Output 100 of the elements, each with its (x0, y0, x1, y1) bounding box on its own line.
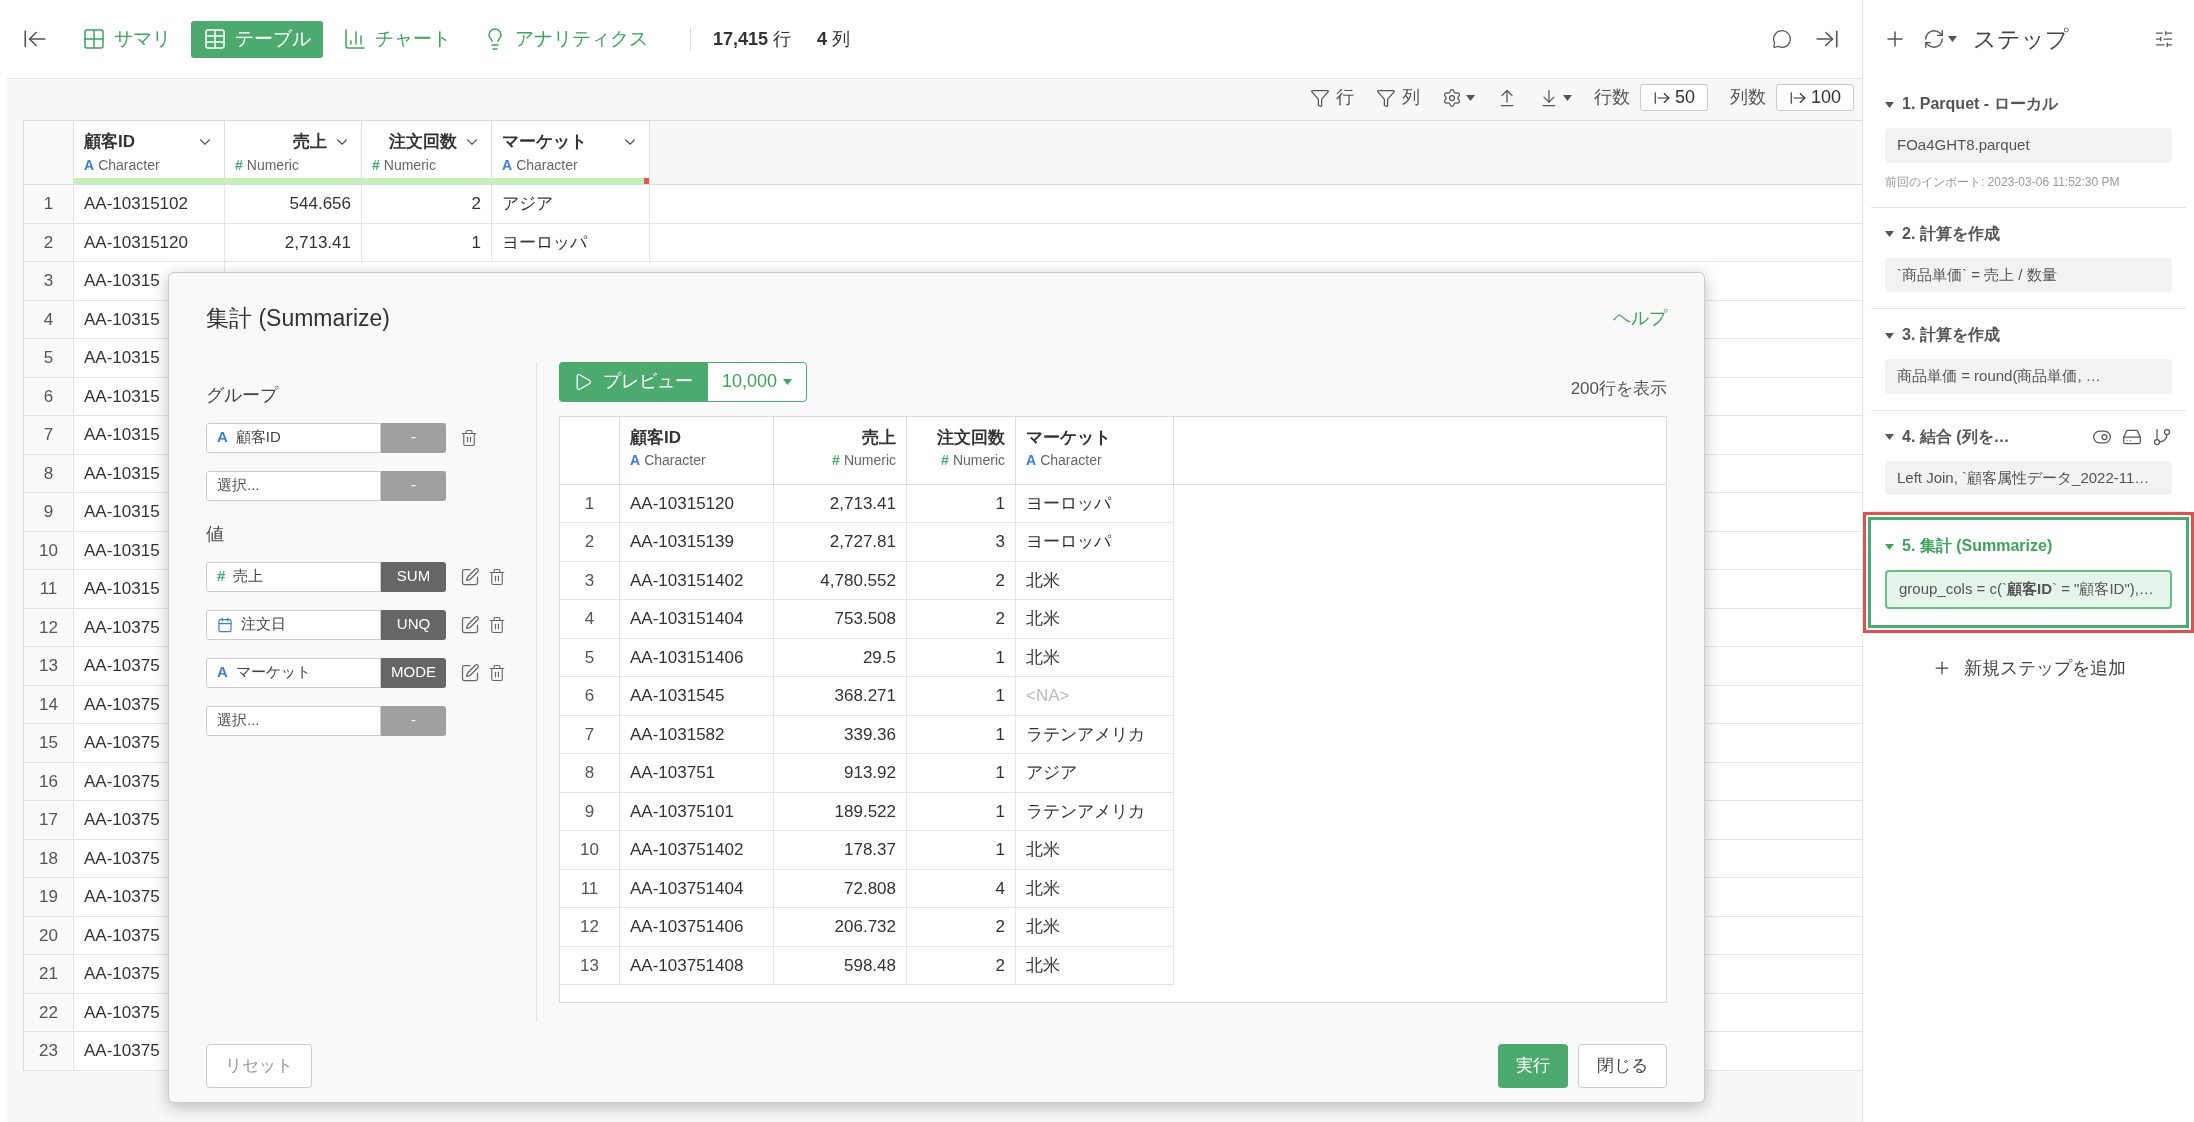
caret-down-icon[interactable] (1885, 432, 1894, 441)
trash-icon[interactable] (460, 428, 478, 447)
branch-icon[interactable] (2152, 426, 2172, 447)
column-type: Character (98, 155, 160, 175)
table-cell: AA-103751404 (620, 869, 774, 908)
table-cell: 北米 (1016, 946, 1174, 985)
column-type: Character (516, 155, 578, 175)
step-title[interactable]: 4. 結合 (列を… (1885, 424, 2010, 449)
row-number: 1 (24, 185, 74, 223)
table-cell: AA-10315139 (620, 523, 774, 562)
aggregate-button[interactable]: MODE (381, 657, 446, 688)
step-summary[interactable]: `商品単価` = 売上 / 数量 (1885, 257, 2172, 292)
table-cell: ヨーロッパ (1016, 523, 1174, 562)
table-cell: AA-103751402 (620, 831, 774, 870)
settings-icon (1441, 87, 1462, 108)
row-number: 8 (24, 454, 74, 492)
rows-input[interactable]: 50 (1639, 84, 1708, 111)
table-cell: 北米 (1016, 869, 1174, 908)
column-name: マーケット (1026, 426, 1112, 449)
trash-icon[interactable] (488, 615, 506, 634)
table-cell: 4 (907, 869, 1016, 908)
column-filter-button[interactable]: 列 (1375, 84, 1420, 111)
row-number: 22 (24, 993, 74, 1031)
comment-icon[interactable] (1772, 29, 1792, 49)
field-select[interactable]: # 売上 (206, 561, 381, 592)
row-number: 23 (24, 1032, 74, 1070)
column-type: Numeric (843, 451, 896, 470)
table-cell: AA-10315120 (620, 484, 774, 523)
table-cell: 2 (362, 185, 492, 223)
caret-down-icon[interactable] (1885, 541, 1894, 551)
table-cell: ラテンアメリカ (1016, 715, 1174, 754)
settings-icon[interactable] (2154, 29, 2174, 49)
import-note: 前回のインポート: 2023-03-06 11:52:30 PM (1885, 173, 2121, 191)
row-number: 16 (24, 762, 74, 800)
table-cell: AA-103151406 (620, 638, 774, 677)
columns-input[interactable]: 100 (1775, 84, 1854, 111)
row-number: 12 (560, 908, 620, 947)
caret-down-icon[interactable] (1885, 330, 1894, 340)
field-select[interactable]: A 顧客ID (206, 422, 381, 453)
row-number: 3 (560, 561, 620, 600)
column-header[interactable]: マーケット A Character (492, 121, 650, 184)
row-number: 13 (24, 647, 74, 685)
trash-icon[interactable] (488, 567, 506, 586)
table-cell: AA-103151404 (620, 600, 774, 639)
column-header[interactable]: 注文回数 # Numeric (362, 121, 492, 184)
column-header[interactable]: 顧客ID A Character (74, 121, 225, 184)
edit-icon[interactable] (460, 614, 480, 635)
table-cell: AA-1031545 (620, 677, 774, 716)
refresh-button[interactable] (1923, 28, 1957, 50)
row-number: 13 (560, 946, 620, 985)
table-cell: AA-103751408 (620, 946, 774, 985)
close-button[interactable]: 閉じる (1578, 1044, 1667, 1088)
edit-icon[interactable] (460, 662, 480, 683)
row-number: 6 (24, 377, 74, 415)
aggregate-button[interactable]: SUM (381, 561, 446, 592)
row-number: 14 (24, 685, 74, 723)
column-name: 売上 (862, 426, 896, 449)
text-type-icon: A (1026, 450, 1037, 471)
column-header[interactable]: 売上 # Numeric (225, 121, 362, 184)
table-cell: 4,780.552 (774, 561, 907, 600)
row-number: 17 (24, 801, 74, 839)
table-cell: AA-10315102 (74, 185, 225, 223)
text-type-icon: A (217, 661, 228, 684)
step-title[interactable]: 2. 計算を作成 (1885, 221, 2000, 246)
step-summary[interactable]: FOa4GHT8.parquet (1885, 128, 2172, 163)
table-cell: 1 (907, 484, 1016, 523)
text-type-icon: A (84, 154, 95, 176)
row-number: 20 (24, 916, 74, 954)
caret-down-icon[interactable] (1885, 99, 1894, 109)
step-summary[interactable]: Left Join, `顧客属性データ_2022-11… (1885, 460, 2172, 495)
text-type-icon: A (630, 450, 641, 471)
row-filter-button[interactable]: 行 (1309, 84, 1354, 111)
settings-button[interactable] (1441, 87, 1475, 108)
field-select[interactable]: 選択... (206, 470, 381, 501)
row-count: 17,415 行 (713, 27, 792, 51)
column-type: Numeric (383, 155, 436, 175)
column-type: Character (1040, 451, 1102, 470)
step-title[interactable]: 1. Parquet - ローカル (1885, 92, 2058, 116)
table-cell: 北米 (1016, 600, 1174, 639)
step-summary[interactable]: group_cols = c(`顧客ID` = "顧客ID"),… (1885, 570, 2172, 609)
row-number: 10 (24, 531, 74, 569)
edit-icon[interactable] (460, 566, 480, 587)
row-number: 8 (560, 754, 620, 793)
add-step-button[interactable]: 新規ステップを追加 (1931, 654, 2126, 682)
caret-down-icon[interactable] (1885, 229, 1894, 238)
table-cell: AA-1031582 (620, 715, 774, 754)
aggregate-button[interactable]: UNQ (381, 609, 446, 640)
table-cell: 2 (907, 561, 1016, 600)
row-number: 11 (560, 869, 620, 908)
step-title[interactable]: 3. 計算を作成 (1885, 323, 2000, 347)
column-name: 注文回数 (389, 131, 457, 153)
step-summary[interactable]: 商品単価 = round(商品単価, … (1885, 359, 2172, 394)
number-type-icon: # (372, 154, 380, 176)
column-name: 顧客ID (630, 426, 682, 449)
field-select[interactable]: 選択... (206, 705, 381, 736)
row-number: 15 (24, 724, 74, 762)
field-select[interactable]: A マーケット (206, 657, 381, 688)
trash-icon[interactable] (488, 663, 506, 682)
field-select[interactable]: 注文日 (206, 609, 381, 640)
column-type: Numeric (246, 155, 299, 175)
